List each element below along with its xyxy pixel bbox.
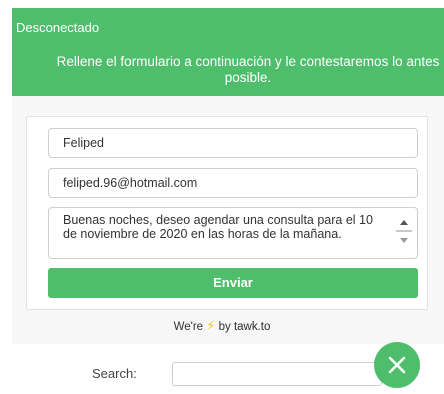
powered-by-word: by (218, 321, 231, 333)
scroll-down-icon[interactable] (400, 238, 408, 243)
powered-prefix: We're (173, 321, 204, 333)
header-subtitle: Rellene el formulario a continuación y l… (56, 54, 440, 85)
message-scrollbar[interactable] (395, 212, 413, 254)
message-field[interactable]: Buenas noches, deseo agendar una consult… (48, 207, 418, 259)
close-icon (388, 356, 406, 374)
search-label: Search: (92, 366, 137, 381)
send-button[interactable]: Enviar (48, 268, 418, 298)
scroll-thumb[interactable] (396, 230, 412, 232)
brand-link[interactable]: tawk.to (234, 321, 270, 333)
search-input[interactable] (172, 362, 382, 386)
message-value: Buenas noches, deseo agendar una consult… (63, 213, 373, 241)
email-field[interactable]: feliped.96@hotmail.com (48, 168, 418, 198)
name-field[interactable]: Feliped (48, 128, 418, 158)
email-value: feliped.96@hotmail.com (63, 176, 198, 190)
powered-by[interactable]: We're ⚡ by tawk.to (0, 318, 444, 334)
lightning-bolt-icon: ⚡ (206, 318, 216, 333)
close-chat-button[interactable] (374, 342, 420, 388)
status-text: Desconectado (16, 20, 100, 35)
name-value: Feliped (63, 136, 104, 150)
scroll-up-icon[interactable] (400, 220, 408, 225)
chat-header: Desconectado Rellene el formulario a con… (12, 8, 444, 96)
